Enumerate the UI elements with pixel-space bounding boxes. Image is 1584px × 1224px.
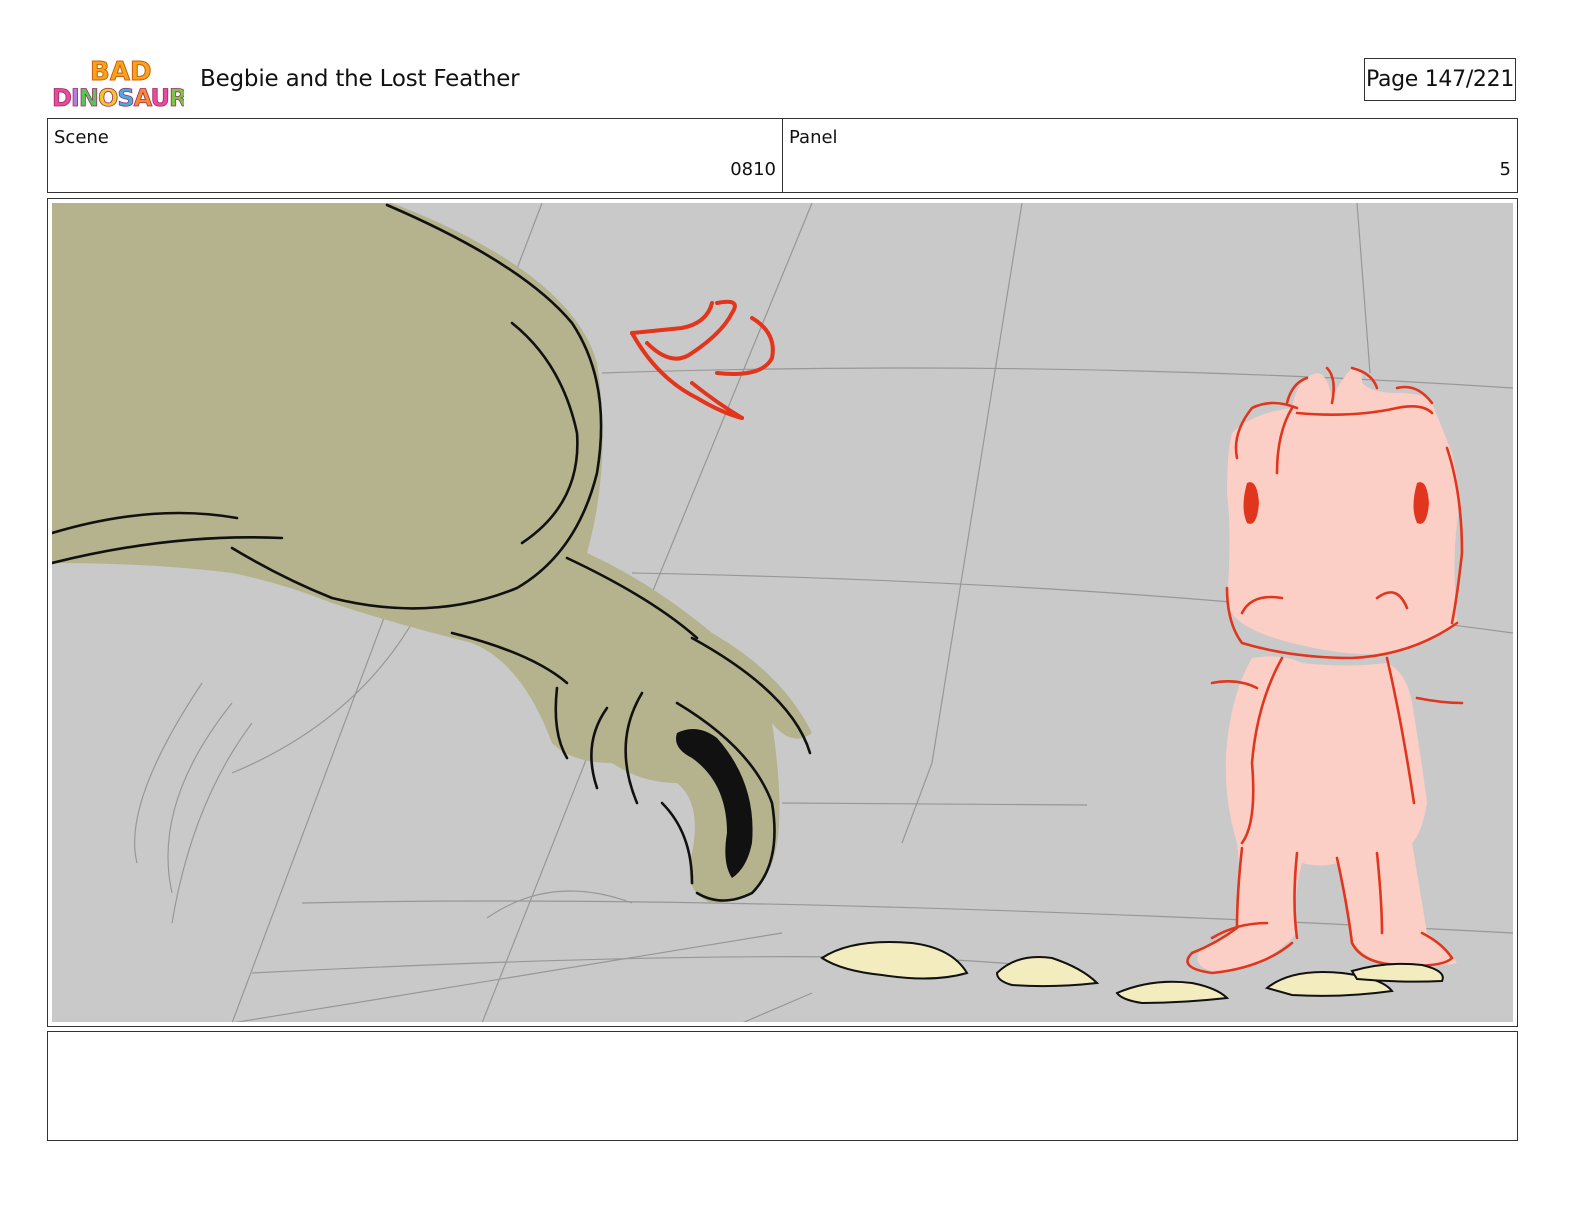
panel-notes-box xyxy=(47,1031,1518,1141)
page-counter: Page 147/221 xyxy=(1364,58,1516,101)
storyboard-title: Begbie and the Lost Feather xyxy=(200,66,520,92)
svg-text:DINOSAURS: DINOSAURS xyxy=(52,84,184,112)
svg-text:BAD: BAD xyxy=(90,57,152,87)
bad-dinosaurs-logo: BAD DINOSAURS xyxy=(52,54,205,113)
scene-number: 0810 xyxy=(730,159,776,180)
storyboard-panel-frame xyxy=(47,198,1518,1027)
scene-label: Scene xyxy=(54,127,109,148)
storyboard-drawing xyxy=(52,203,1513,1022)
panel-number: 5 xyxy=(1499,159,1511,180)
panel-label: Panel xyxy=(789,127,838,148)
panel-cell: Panel 5 xyxy=(783,119,1517,192)
scene-panel-table: Scene 0810 Panel 5 xyxy=(47,118,1518,193)
scene-cell: Scene 0810 xyxy=(48,119,783,192)
